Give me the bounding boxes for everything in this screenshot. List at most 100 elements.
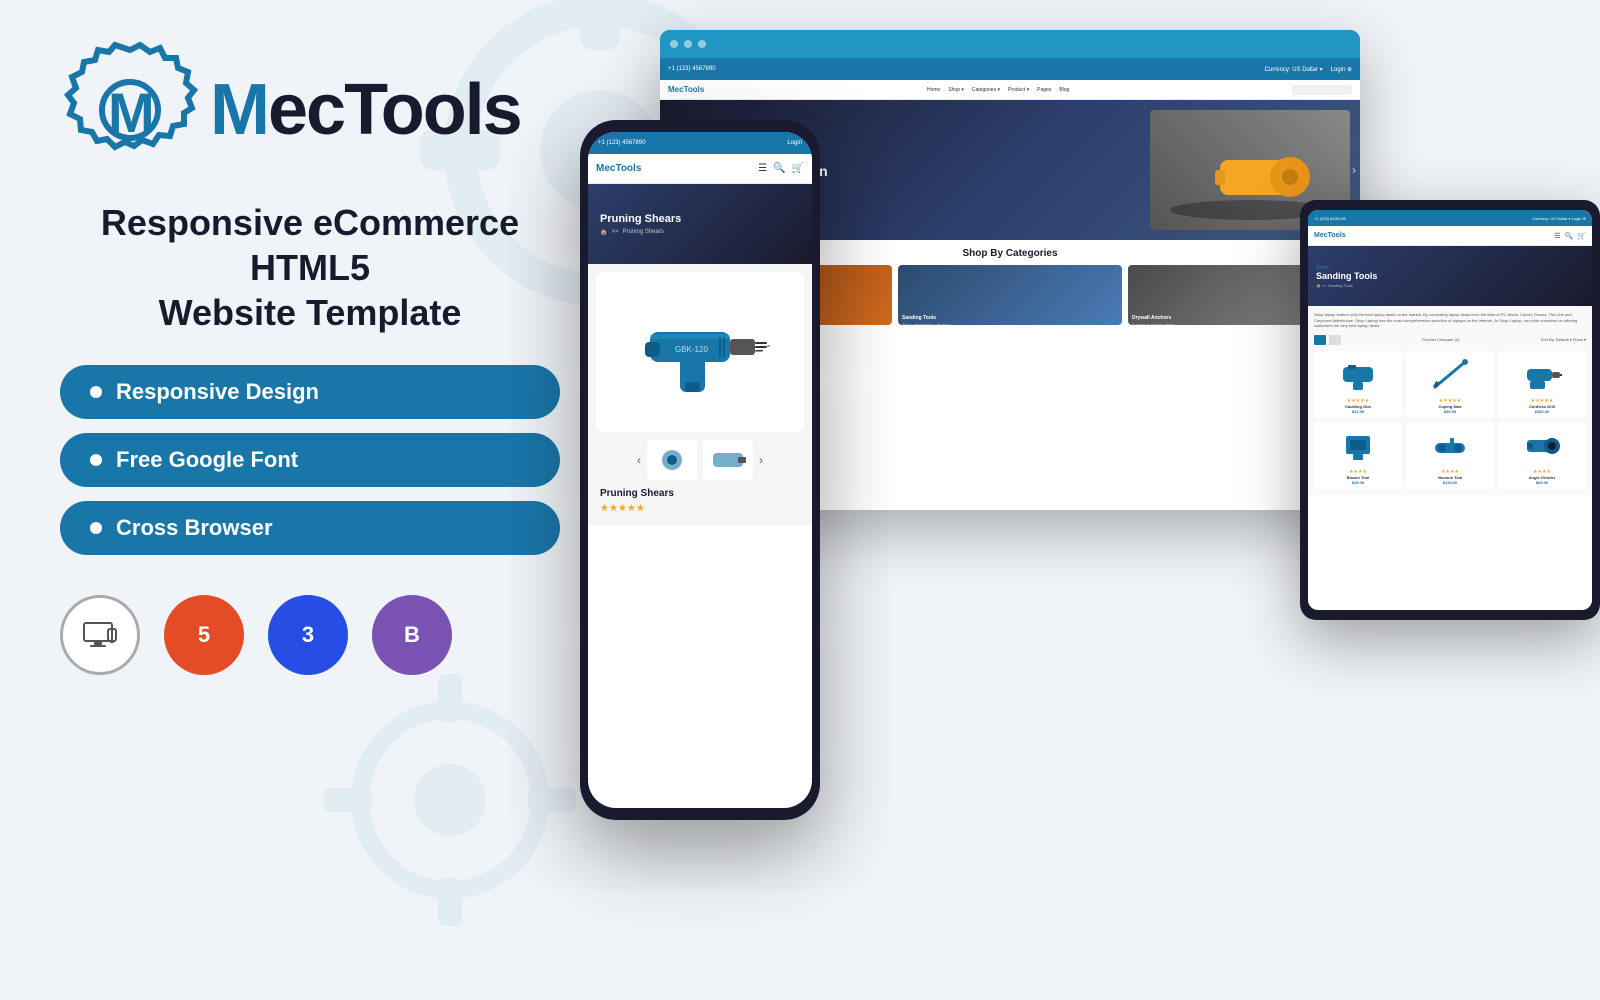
tablet-product-2: ★★★★★ Coping Saw $39.99 — [1406, 351, 1494, 418]
tablet-product-5: ★★★★ Vacuum Tool $128.00 — [1406, 422, 1494, 489]
category-sanding: Sanding Tools Shop Laptop feature only t… — [898, 265, 1122, 325]
desktop-login: Login ⊕ — [1331, 66, 1352, 73]
tablet-product-6-price: $65.00 — [1502, 480, 1582, 485]
logo-gear-icon: M — [60, 40, 200, 180]
tablet-product-3-image — [1502, 355, 1582, 395]
mobile-product-image: GBK-120 — [596, 272, 804, 432]
thumb-prev[interactable]: ‹ — [637, 453, 641, 467]
category-drywall-desc: Example of category descri... — [1132, 323, 1177, 325]
badge-google-font: Free Google Font — [60, 433, 560, 487]
responsive-icon — [60, 595, 140, 675]
tablet-product-1: ★★★★★ Caulking Gun $22.99 — [1314, 351, 1402, 418]
tablet-sort: Sort By: Default ▾ Show ▾ — [1541, 337, 1586, 342]
mobile-search-icon[interactable]: 🔍 — [773, 163, 785, 174]
left-panel: M MecTools Responsive eCommerce HTML5 We… — [0, 0, 620, 1000]
mobile-logo: MecTools — [596, 163, 641, 174]
tablet-product-4-price: $35.00 — [1318, 480, 1398, 485]
tablet-products-grid: ★★★★★ Caulking Gun $22.99 — [1314, 351, 1586, 418]
tablet-product-count: Product Compare (0) — [1422, 337, 1459, 342]
html5-icon: 5 — [164, 595, 244, 675]
tablet-description: Shop laptop feature only the best laptop… — [1314, 312, 1586, 329]
badge-dot-3 — [90, 522, 102, 534]
mobile-product-title: Pruning Shears — [596, 488, 804, 499]
tablet-product-1-image — [1318, 355, 1398, 395]
desktop-logo: MecTools — [668, 85, 704, 94]
mobile-phone: +1 (123) 4567890 — [598, 140, 646, 146]
mobile-cart-icon[interactable]: 🛒 — [792, 163, 804, 174]
tablet-products-row-2: ★★★★ Blower Tool $35.00 — [1314, 422, 1586, 489]
desktop-nav-items: Home Shop ▾ Categories ▾ Product ▾ Pages… — [927, 87, 1069, 93]
badge-dot — [90, 386, 102, 398]
nav-product: Product ▾ — [1008, 87, 1029, 93]
nav-pages: Pages — [1037, 87, 1051, 93]
browser-dot-3 — [698, 40, 706, 48]
badge-responsive: Responsive Design — [60, 365, 560, 419]
bootstrap-icon: B — [372, 595, 452, 675]
desktop-currency: Currency: US Dollar ▾ — [1265, 66, 1323, 73]
logo-text: MecTools — [210, 69, 521, 151]
tablet-product-3-price: $482.00 — [1502, 409, 1582, 414]
thumb-next[interactable]: › — [759, 453, 763, 467]
svg-text:GBK-120: GBK-120 — [675, 345, 708, 354]
browser-bar — [660, 30, 1360, 58]
nav-blog: Blog — [1059, 87, 1069, 93]
nav-home: Home — [927, 87, 940, 93]
tablet-screen: +1 (333) 8435135 Currency: US Dollar ▾ L… — [1308, 210, 1592, 610]
breadcrumb-separator: >> — [611, 229, 618, 235]
right-panel: +1 (123) 4567890 Currency: US Dollar ▾ L… — [580, 0, 1600, 1000]
category-sanding-label: Sanding Tools — [902, 315, 936, 321]
tablet-view-toggle — [1314, 335, 1341, 345]
tablet-product-5-image — [1410, 426, 1490, 466]
thumb-1[interactable] — [647, 440, 697, 480]
tablet-cart-icon[interactable]: 🛒 — [1577, 232, 1586, 240]
tablet-mockup: +1 (333) 8435135 Currency: US Dollar ▾ L… — [1300, 200, 1600, 620]
category-drywall-label: Drywall Anchors — [1132, 315, 1171, 321]
tablet-product-4: ★★★★ Blower Tool $35.00 — [1314, 422, 1402, 489]
browser-dot-2 — [684, 40, 692, 48]
tablet-search-icon[interactable]: 🔍 — [1565, 232, 1574, 240]
list-view-btn[interactable] — [1329, 335, 1341, 345]
tablet-nav-icons: ☰ 🔍 🛒 — [1554, 232, 1586, 240]
html5-symbol: 5 — [198, 622, 210, 648]
mobile-topbar: +1 (123) 4567890 Login — [588, 132, 812, 154]
tech-icons-row: 5 3 B — [60, 595, 560, 675]
breadcrumb-item: Pruning Shears — [623, 229, 664, 235]
badge-cross-browser-label: Cross Browser — [116, 515, 273, 541]
feature-badges: Responsive Design Free Google Font Cross… — [60, 365, 560, 555]
tablet-menu-icon[interactable]: ☰ — [1554, 232, 1560, 240]
mobile-nav: MecTools ☰ 🔍 🛒 — [588, 154, 812, 184]
tablet-topbar: +1 (333) 8435135 Currency: US Dollar ▾ L… — [1308, 210, 1592, 226]
css3-icon: 3 — [268, 595, 348, 675]
tablet-breadcrumb: 🏠 >> Sanding Tools — [1316, 283, 1584, 288]
tagline-line2: HTML5 — [250, 247, 370, 288]
mobile-screen: +1 (123) 4567890 Login MecTools ☰ 🔍 🛒 Pr… — [588, 132, 812, 808]
badge-dot-2 — [90, 454, 102, 466]
mobile-nav-icons: ☰ 🔍 🛒 — [758, 163, 804, 174]
thumb-2[interactable] — [703, 440, 753, 480]
tablet-product-list: Shop laptop feature only the best laptop… — [1308, 306, 1592, 495]
tablet-product-1-price: $22.99 — [1318, 409, 1398, 414]
tablet-hero: Tools Sanding Tools 🏠 >> Sanding Tools — [1308, 246, 1592, 306]
badge-cross-browser: Cross Browser — [60, 501, 560, 555]
mobile-breadcrumb: 🏠 >> Pruning Shears — [600, 229, 800, 236]
breadcrumb-home: 🏠 — [600, 229, 607, 236]
category-sanding-desc: Shop Laptop feature only the b... — [902, 323, 953, 325]
subtitle: Responsive eCommerce HTML5 Website Templ… — [60, 200, 560, 335]
tablet-currency: Currency: US Dollar ▾ Login ⊕ — [1532, 216, 1586, 221]
desktop-phone: +1 (123) 4567890 — [668, 66, 716, 72]
browser-dot-1 — [670, 40, 678, 48]
svg-text:M: M — [108, 81, 155, 144]
mobile-menu-icon[interactable]: ☰ — [758, 163, 767, 174]
tablet-logo: MecTools — [1314, 232, 1346, 239]
tablet-product-5-price: $128.00 — [1410, 480, 1490, 485]
mobile-mockup: +1 (123) 4567890 Login MecTools ☰ 🔍 🛒 Pr… — [580, 120, 820, 820]
grid-view-btn[interactable] — [1314, 335, 1326, 345]
nav-categories: Categories ▾ — [972, 87, 1000, 93]
desktop-main-nav: MecTools Home Shop ▾ Categories ▾ Produc… — [660, 80, 1360, 100]
tagline-line1: Responsive eCommerce — [101, 202, 519, 243]
mobile-login: Login — [787, 140, 802, 146]
nav-shop: Shop ▾ — [948, 87, 964, 93]
tablet-product-6: ★★★★ Angle Grinder $65.00 — [1498, 422, 1586, 489]
badge-responsive-label: Responsive Design — [116, 379, 319, 405]
tablet-product-2-image — [1410, 355, 1490, 395]
